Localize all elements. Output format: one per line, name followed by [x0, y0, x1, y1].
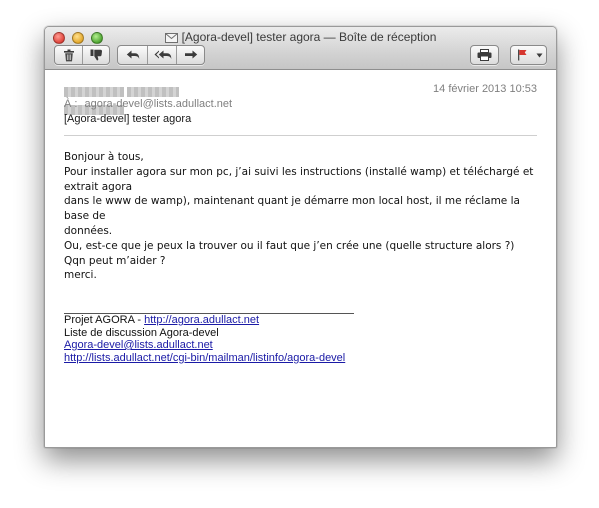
- flag-button-face: [511, 46, 533, 64]
- to-label: À :: [64, 98, 78, 110]
- chevron-down-icon: [536, 53, 543, 57]
- project-prefix: Projet AGORA -: [64, 314, 145, 326]
- title-bar: [Agora-devel] tester agora — Boîte de ré…: [45, 27, 556, 70]
- body-line: Qqn peut m’aider ?: [64, 254, 166, 267]
- message-date: 14 février 2013 10:53: [433, 83, 537, 95]
- thumbs-down-icon: [90, 49, 102, 61]
- list-email-link[interactable]: Agora-devel@lists.adullact.net: [64, 339, 213, 351]
- body-line: Pour installer agora sur mon pc, j’ai su…: [64, 165, 534, 193]
- window-title: [Agora-devel] tester agora — Boîte de ré…: [45, 30, 556, 44]
- header-divider: [64, 135, 537, 136]
- reply-all-icon: [154, 50, 171, 59]
- body-line: Bonjour à tous,: [64, 151, 144, 163]
- reply-group: [117, 45, 205, 65]
- body-line: dans le www de wamp), maintenant quant j…: [64, 195, 520, 223]
- message-subject: [Agora-devel] tester agora: [64, 113, 192, 125]
- body-line: merci.: [64, 269, 97, 282]
- trash-icon: [63, 49, 74, 61]
- flag-button[interactable]: [510, 45, 547, 65]
- body-line: données.: [64, 224, 113, 237]
- print-button-face: [471, 46, 498, 64]
- envelope-icon: [164, 33, 178, 43]
- delete-button[interactable]: [55, 46, 82, 64]
- flag-menu-button[interactable]: [533, 46, 546, 64]
- mail-window: [Agora-devel] tester agora — Boîte de ré…: [44, 26, 557, 448]
- reply-icon: [126, 50, 139, 59]
- to-address[interactable]: agora-devel@lists.adullact.net: [85, 98, 233, 110]
- reply-all-button[interactable]: [147, 46, 177, 64]
- sender-redacted: [64, 84, 244, 115]
- window-title-text: [Agora-devel] tester agora — Boîte de ré…: [181, 30, 437, 44]
- list-name: Liste de discussion Agora-devel: [64, 326, 219, 339]
- forward-icon: [185, 50, 198, 59]
- message-body: Bonjour à tous, Pour installer agora sur…: [64, 150, 544, 283]
- reply-button[interactable]: [118, 46, 147, 64]
- delete-junk-group: [54, 45, 110, 65]
- junk-button[interactable]: [82, 46, 110, 64]
- printer-icon: [477, 49, 492, 61]
- list-footer: Projet AGORA - http://agora.adullact.net…: [64, 314, 345, 364]
- forward-button[interactable]: [176, 46, 205, 64]
- message-view: 14 février 2013 10:53 À : agora-devel@li…: [45, 70, 556, 447]
- recipient-line: À : agora-devel@lists.adullact.net: [64, 98, 232, 110]
- flag-icon: [518, 49, 527, 61]
- list-url-link[interactable]: http://lists.adullact.net/cgi-bin/mailma…: [64, 352, 345, 364]
- project-line: Projet AGORA - http://agora.adullact.net: [64, 314, 345, 327]
- project-link[interactable]: http://agora.adullact.net: [144, 314, 259, 326]
- print-button[interactable]: [470, 45, 499, 65]
- body-line: Ou, est-ce que je peux la trouver ou il …: [64, 239, 515, 252]
